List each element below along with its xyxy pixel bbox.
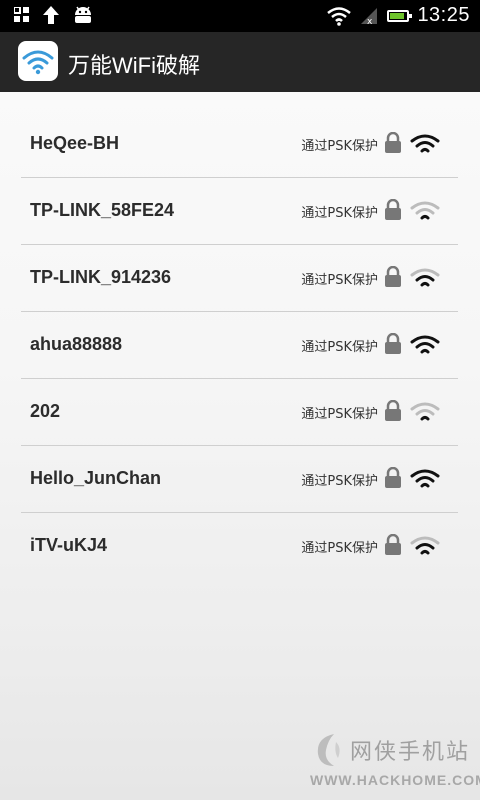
wifi-icon [327,6,352,26]
network-ssid: Hello_JunChan [30,468,162,488]
wifi-signal-icon [410,201,440,220]
watermark-name: 网侠手机站 [350,740,471,765]
wifi-network-row[interactable]: 202 通过PSK保护 [21,379,458,446]
network-security: 通过PSK保护 [301,541,378,556]
wifi-signal-icon [410,134,440,153]
watermark-url: WWW.HACKHOME.COM [310,772,480,788]
status-time: 13:25 [417,4,470,26]
wifi-signal-icon [410,469,440,488]
network-ssid: 202 [30,401,61,421]
wifi-signal-icon [410,335,440,354]
lock-icon [385,400,401,421]
network-security: 通过PSK保护 [301,273,378,288]
network-ssid: TP-LINK_58FE24 [30,200,175,220]
wifi-signal-icon [410,268,440,287]
wifi-signal-icon [410,402,440,421]
hackhome-logo-icon [317,734,340,766]
network-security: 通过PSK保护 [301,407,378,422]
lock-icon [385,132,401,153]
cell-signal-icon: x [361,7,378,26]
network-ssid: ahua88888 [30,334,123,354]
lock-icon [385,199,401,220]
apps-grid-icon [14,7,29,22]
network-ssid: HeQee-BH [30,133,120,153]
network-ssid: TP-LINK_914236 [30,267,172,287]
lock-icon [385,534,401,555]
wifi-network-row[interactable]: TP-LINK_914236 通过PSK保护 [21,245,458,312]
wifi-network-row[interactable]: Hello_JunChan 通过PSK保护 [21,446,458,513]
wifi-signal-icon [410,536,440,555]
watermark: 网侠手机站 WWW.HACKHOME.COM [310,730,480,800]
network-security: 通过PSK保护 [301,206,378,221]
upload-arrow-icon [43,6,59,24]
wifi-network-row[interactable]: HeQee-BH 通过PSK保护 [21,111,458,178]
battery-icon [387,9,413,22]
wifi-network-row[interactable]: iTV-uKJ4 通过PSK保护 [21,513,458,579]
action-bar: 万能WiFi破解 [0,32,480,92]
lock-icon [385,266,401,287]
wifi-app-icon[interactable] [18,41,58,81]
network-security: 通过PSK保护 [301,340,378,355]
svg-text:x: x [367,17,373,26]
network-security: 通过PSK保护 [301,474,378,489]
wifi-network-list: HeQee-BH 通过PSK保护 TP-LINK_58FE24 通过PSK保护 TP-L… [21,111,458,579]
wifi-network-row[interactable]: ahua88888 通过PSK保护 [21,312,458,379]
app-title: 万能WiFi破解 [68,53,200,78]
network-security: 通过PSK保护 [301,139,378,154]
lock-icon [385,333,401,354]
status-bar: x 13:25 [0,0,480,32]
battery-level [390,12,405,19]
android-icon [75,6,91,23]
wifi-network-row[interactable]: TP-LINK_58FE24 通过PSK保护 [21,178,458,245]
lock-icon [385,467,401,488]
network-ssid: iTV-uKJ4 [30,535,108,555]
